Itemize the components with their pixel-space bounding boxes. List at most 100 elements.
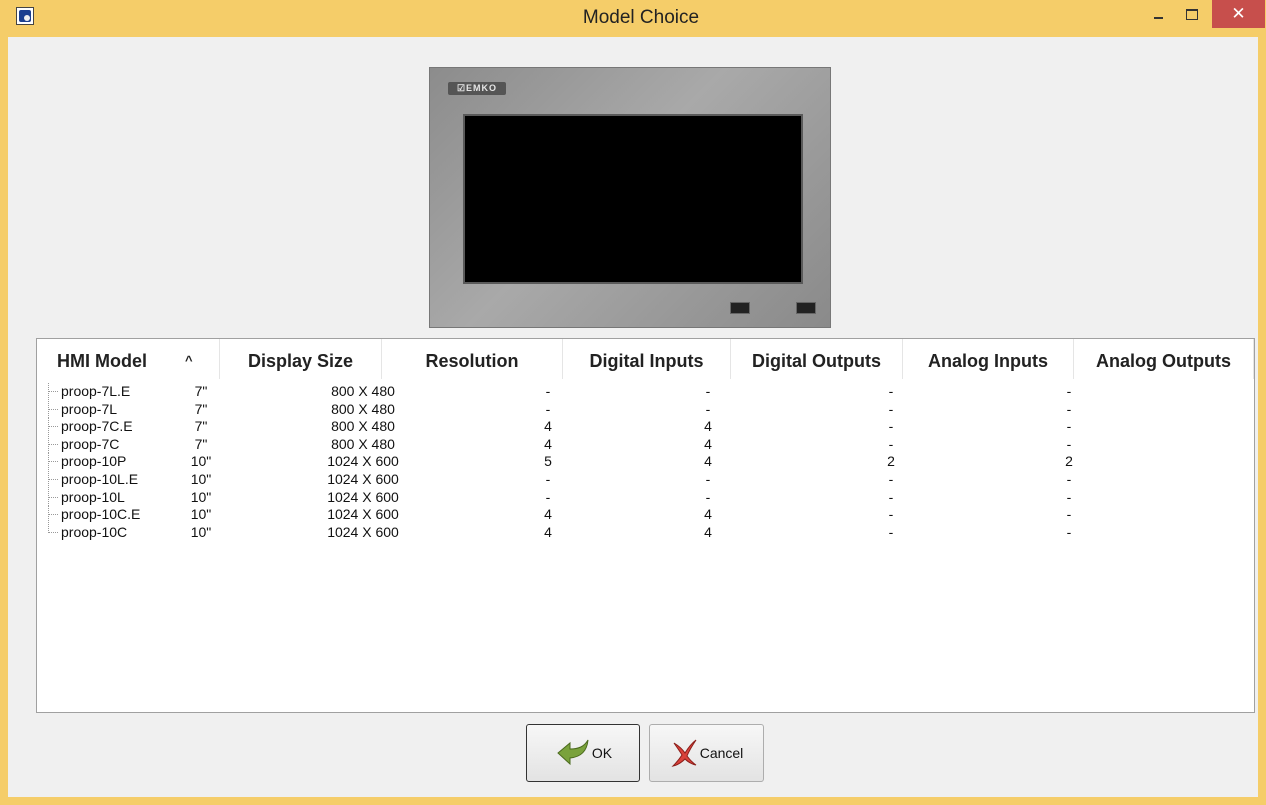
maximize-icon (1186, 8, 1198, 20)
tree-branch (49, 443, 58, 446)
col-display-size-cell: 7" (194, 418, 208, 435)
col-digital-outputs-cell: - (705, 488, 711, 505)
col-resolution-cell: 1024 X 600 (327, 488, 399, 505)
sort-ascending-icon: ^ (185, 353, 193, 368)
table-header: HMI Model ^ Display Size Resolution Digital … (37, 339, 1254, 379)
col-digital-outputs-cell: 4 (704, 453, 712, 470)
title-bar[interactable]: Model Choice ✕ (8, 0, 1266, 37)
col-display-size-cell: 10" (190, 453, 212, 470)
col-digital-inputs-cell: - (545, 488, 551, 505)
cancel-label: Cancel (699, 745, 744, 761)
col-analog-inputs-cell: 2 (887, 453, 895, 470)
col-analog-outputs-cell: - (1066, 506, 1072, 523)
port-icon (730, 302, 750, 314)
col-digital-outputs-cell: 4 (704, 506, 712, 523)
col-digital-outputs-cell: - (705, 383, 711, 399)
close-button[interactable]: ✕ (1212, 0, 1265, 28)
col-digital-inputs-cell: 5 (544, 453, 552, 470)
col-resolution-cell: 1024 X 600 (327, 471, 399, 487)
table-row[interactable]: proop-10L 10" 1024 X 600- - - - (37, 488, 1254, 506)
minimize-icon (1153, 17, 1163, 19)
column-header-label: Display Size (247, 351, 354, 371)
column-header-label: Digital Outputs (752, 351, 881, 371)
col-display-size-cell: 7" (194, 435, 208, 452)
col-digital-outputs-header[interactable]: Digital Outputs (731, 339, 903, 379)
col-digital-outputs-cell: 4 (704, 435, 712, 452)
column-header-label: Digital Inputs (589, 351, 704, 371)
table-row[interactable]: proop-7C 7" 800 X 480 4 4- - (37, 435, 1254, 453)
red-x-icon (670, 737, 698, 770)
col-display-size-cell: 10" (190, 506, 212, 523)
tree-branch (49, 479, 58, 481)
col-analog-inputs-cell: - (888, 523, 894, 540)
col-digital-inputs-cell: 4 (544, 506, 552, 523)
column-header-label: Resolution (425, 351, 519, 371)
col-digital-outputs-cell: - (705, 400, 711, 417)
green-arrow-icon (554, 737, 590, 770)
col-analog-outputs-header[interactable]: Analog Outputs (1074, 339, 1254, 379)
tree-branch (49, 391, 58, 393)
tree-branch (49, 514, 58, 516)
tree-branch (49, 496, 58, 499)
col-display-size-cell: 10" (190, 471, 212, 487)
table-row[interactable]: proop-10C 10" 1024 X 600 4 4- - (37, 523, 1254, 541)
col-analog-inputs-cell: - (888, 400, 894, 417)
col-analog-inputs-cell: - (888, 471, 894, 487)
col-analog-outputs-cell: - (1066, 418, 1072, 435)
col-analog-inputs-cell: - (888, 383, 894, 399)
col-analog-outputs-cell: - (1066, 523, 1072, 540)
table-row[interactable]: proop-7L.E 7" 800 X 480- - - - (37, 383, 1254, 400)
col-digital-inputs-cell: - (545, 471, 551, 487)
col-analog-outputs-cell: - (1066, 400, 1072, 417)
col-display-size-cell: 10" (190, 488, 212, 505)
column-header-label: Analog Inputs (928, 351, 1048, 371)
col-digital-inputs-cell: - (545, 400, 551, 417)
column-header-label: Analog Outputs (1096, 351, 1231, 371)
col-digital-outputs-cell: - (705, 471, 711, 487)
col-resolution-cell: 1024 X 600 (327, 506, 399, 523)
tree-branch (49, 426, 58, 428)
window-title: Model Choice (582, 7, 700, 28)
port-icon (796, 302, 816, 314)
col-digital-outputs-cell: 4 (704, 523, 712, 540)
table-row[interactable]: proop-7L 7" 800 X 480- - - - (37, 400, 1254, 418)
col-analog-inputs-cell: - (888, 418, 894, 435)
close-icon: ✕ (1231, 4, 1246, 23)
table-row[interactable]: proop-10L.E 10" 1024 X 600- - - - (37, 471, 1254, 488)
col-resolution-header[interactable]: Resolution (382, 339, 563, 379)
minimize-button[interactable] (1145, 0, 1171, 28)
col-analog-inputs-cell: - (888, 488, 894, 505)
col-display-size-cell: 7" (194, 383, 208, 399)
tree-branch (49, 408, 58, 411)
emko-logo: ☑EMKO (448, 82, 506, 95)
cancel-button[interactable]: Cancel (649, 724, 764, 782)
col-resolution-cell: 1024 X 600 (327, 453, 399, 470)
tree-branch (49, 461, 58, 463)
col-analog-inputs-cell: - (888, 506, 894, 523)
col-resolution-cell: 800 X 480 (331, 435, 395, 452)
tree-branch (49, 531, 58, 534)
col-digital-inputs-header[interactable]: Digital Inputs (563, 339, 731, 379)
col-analog-outputs-cell: - (1066, 435, 1072, 452)
col-resolution-cell: 1024 X 600 (327, 523, 399, 540)
col-digital-inputs-cell: 4 (544, 435, 552, 452)
maximize-button[interactable] (1179, 0, 1205, 28)
col-resolution-cell: 800 X 480 (331, 400, 395, 417)
table-row[interactable]: proop-10C.E 10" 1024 X 600 4 4- - (37, 506, 1254, 524)
table-row[interactable]: proop-7C.E 7" 800 X 480 4 4- - (37, 418, 1254, 436)
col-analog-outputs-cell: - (1066, 383, 1072, 399)
col-resolution-cell: 800 X 480 (331, 418, 395, 435)
model-table[interactable]: HMI Model ^ Display Size Resolution Digital … (36, 338, 1255, 713)
col-analog-outputs-cell: - (1066, 471, 1072, 487)
col-display-size-cell: 10" (190, 523, 212, 540)
col-display-size-cell: 7" (194, 400, 208, 417)
col-analog-inputs-cell: - (888, 435, 894, 452)
col-resolution-cell: 800 X 480 (331, 383, 395, 399)
col-hmi-model-header[interactable]: HMI Model ^ (37, 339, 220, 379)
col-digital-inputs-cell: - (545, 383, 551, 399)
col-digital-outputs-cell: 4 (704, 418, 712, 435)
col-analog-inputs-header[interactable]: Analog Inputs (903, 339, 1074, 379)
col-display-size-header[interactable]: Display Size (220, 339, 382, 379)
table-row[interactable]: proop-10P 10" 1024 X 600 5 4 2 2 (37, 453, 1254, 471)
ok-button[interactable]: OK (526, 724, 640, 782)
